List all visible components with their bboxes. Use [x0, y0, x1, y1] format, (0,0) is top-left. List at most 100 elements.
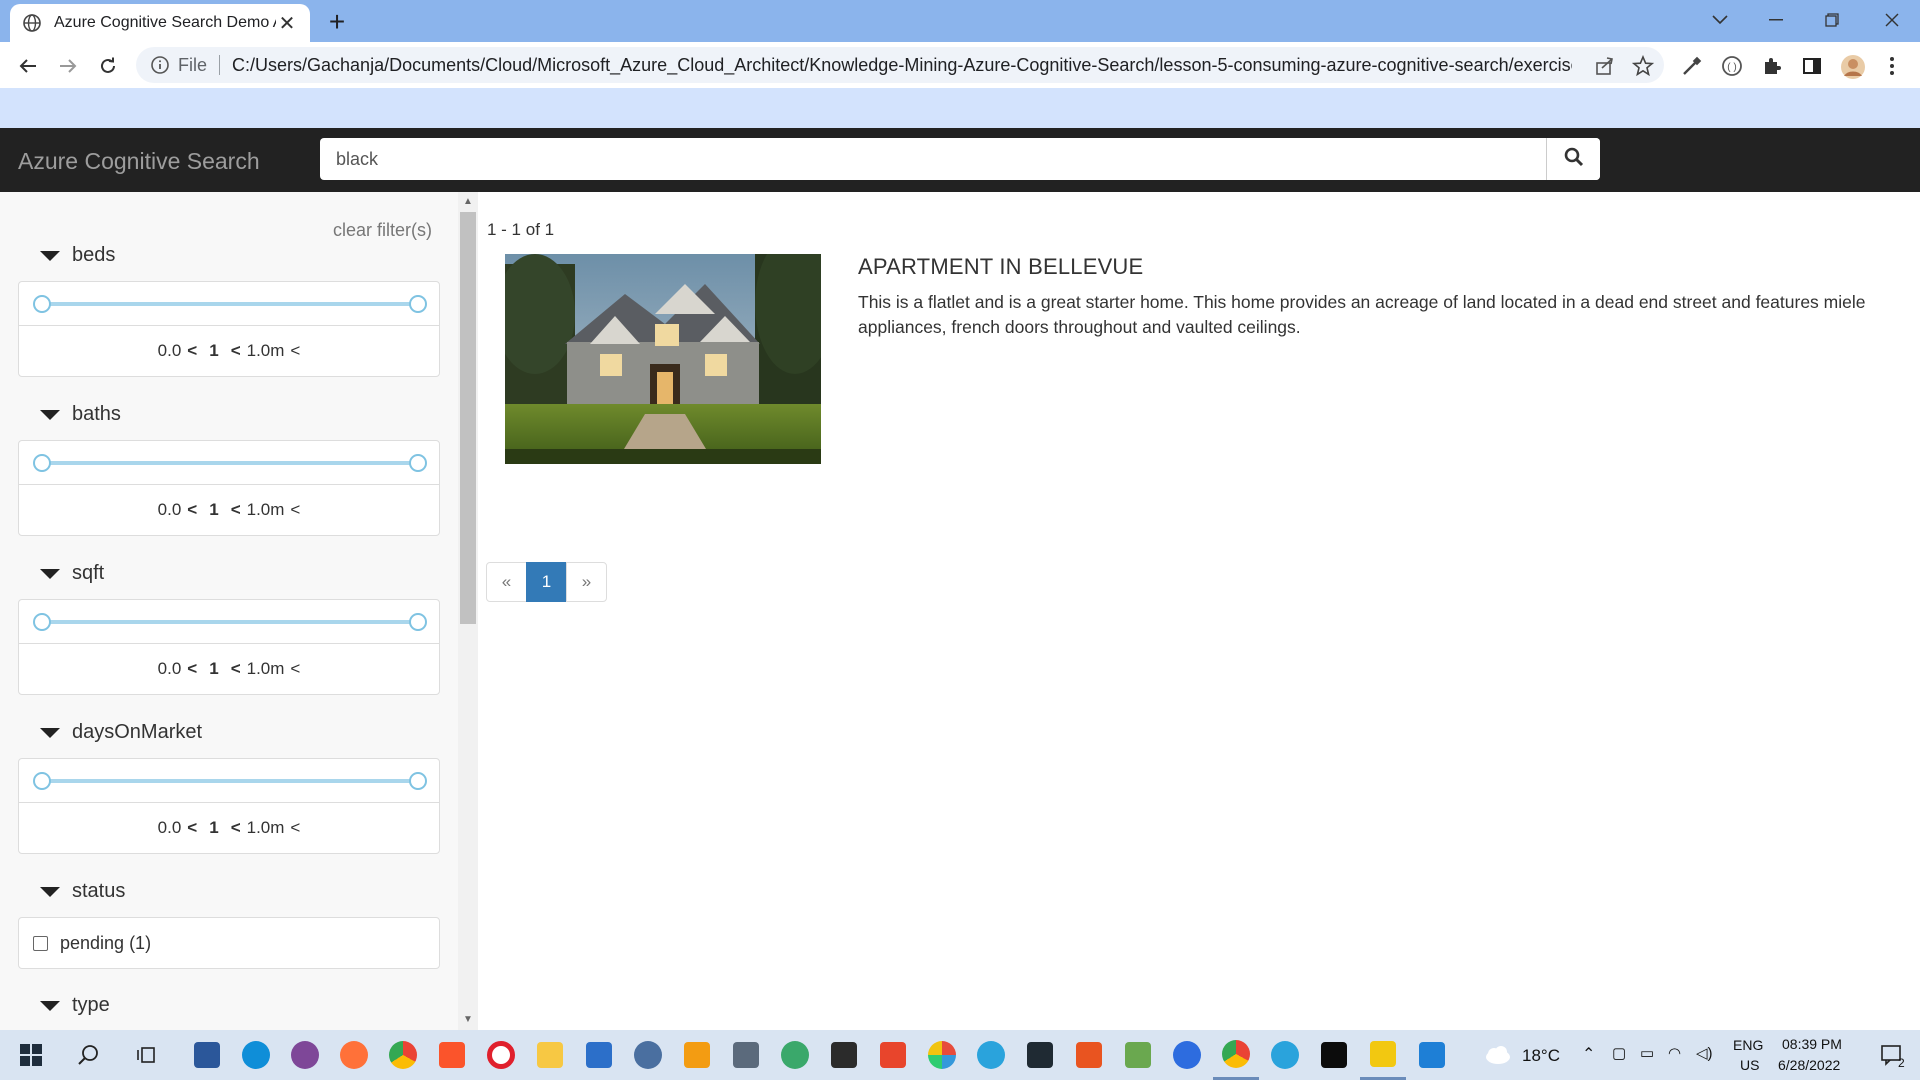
- bookmark-star-icon[interactable]: [1631, 54, 1655, 77]
- telegram-app-icon[interactable]: [968, 1030, 1014, 1080]
- search-icon: [1564, 147, 1584, 172]
- slider-max-handle[interactable]: [409, 454, 427, 472]
- clock-date[interactable]: 6/28/2022: [1778, 1057, 1840, 1073]
- chrome-app-icon[interactable]: [380, 1030, 426, 1080]
- task-view-icon[interactable]: [124, 1030, 170, 1080]
- red-app-icon[interactable]: [870, 1030, 916, 1080]
- brave-app-icon[interactable]: [429, 1030, 475, 1080]
- remote-app-icon[interactable]: [1164, 1030, 1210, 1080]
- search-input[interactable]: [320, 138, 1546, 180]
- forward-button[interactable]: [52, 50, 84, 82]
- chatgpt-app-icon[interactable]: [772, 1030, 818, 1080]
- slider-max-handle[interactable]: [409, 613, 427, 631]
- slider-min-handle[interactable]: [33, 613, 51, 631]
- status-option-pending[interactable]: pending (1): [19, 918, 439, 968]
- volume-icon[interactable]: ◁): [1696, 1044, 1713, 1062]
- ubuntu-app-icon[interactable]: [1066, 1030, 1112, 1080]
- edge-app-icon[interactable]: [233, 1030, 279, 1080]
- scroll-thumb[interactable]: [460, 212, 476, 624]
- close-tab-icon[interactable]: ✕: [276, 12, 298, 35]
- weather-temperature[interactable]: 18°C: [1522, 1046, 1560, 1066]
- facet-title: beds: [72, 244, 116, 266]
- result-image[interactable]: [505, 254, 821, 464]
- slider-max-handle[interactable]: [409, 295, 427, 313]
- range-slider[interactable]: [19, 759, 439, 803]
- status-checkbox[interactable]: [33, 935, 48, 951]
- mail-app-icon[interactable]: [576, 1030, 622, 1080]
- address-bar[interactable]: File C:/Users/Gachanja/Documents/Cloud/M…: [136, 47, 1664, 83]
- battery-icon[interactable]: ▭: [1640, 1044, 1654, 1062]
- share-icon[interactable]: [1594, 55, 1616, 77]
- range-slider[interactable]: [19, 282, 439, 326]
- close-window-button[interactable]: [1864, 0, 1920, 40]
- restore-button[interactable]: [1804, 0, 1860, 40]
- sublime-app-icon[interactable]: [674, 1030, 720, 1080]
- clock-time[interactable]: 08:39 PM: [1782, 1036, 1842, 1052]
- minimize-button[interactable]: [1748, 0, 1804, 40]
- slider-min-handle[interactable]: [33, 772, 51, 790]
- tab-search-icon[interactable]: [1692, 0, 1748, 40]
- pager-page-1[interactable]: 1: [526, 562, 567, 602]
- profile-avatar[interactable]: [1840, 54, 1865, 79]
- region-label[interactable]: US: [1740, 1057, 1759, 1073]
- facet-header-sqft[interactable]: sqft: [40, 562, 104, 585]
- terminal-app-icon[interactable]: [1017, 1030, 1063, 1080]
- eyedropper-extension-icon[interactable]: [1680, 54, 1704, 78]
- range-mid: 1: [209, 500, 219, 519]
- scroll-up-arrow-icon[interactable]: ▲: [458, 196, 478, 210]
- scroll-down-arrow-icon[interactable]: ▼: [458, 1014, 478, 1028]
- colorful-app-icon[interactable]: [919, 1030, 965, 1080]
- book-app-icon[interactable]: [821, 1030, 867, 1080]
- range-slider[interactable]: [19, 600, 439, 644]
- tray-overflow-chevron-icon[interactable]: ⌃: [1582, 1044, 1595, 1064]
- word-app-icon[interactable]: [184, 1030, 230, 1080]
- app-navbar: Azure Cognitive Search: [0, 128, 1920, 192]
- facet-header-type[interactable]: type: [40, 994, 110, 1017]
- slider-min-handle[interactable]: [33, 454, 51, 472]
- file-explorer-icon[interactable]: [527, 1030, 573, 1080]
- facet-header-beds[interactable]: beds: [40, 244, 115, 267]
- settings-app-icon[interactable]: [625, 1030, 671, 1080]
- notepad-app-icon[interactable]: [1115, 1030, 1161, 1080]
- facet-header-status[interactable]: status: [40, 880, 125, 903]
- wifi-icon[interactable]: ◠: [1668, 1044, 1681, 1062]
- firefox-app-icon[interactable]: [331, 1030, 377, 1080]
- pager-prev-button[interactable]: «: [486, 562, 527, 602]
- pager-next-button[interactable]: »: [566, 562, 607, 602]
- url-text[interactable]: C:/Users/Gachanja/Documents/Cloud/Micros…: [232, 55, 1572, 76]
- taskbar-search-icon[interactable]: [66, 1030, 112, 1080]
- info-icon[interactable]: [150, 55, 170, 75]
- calculator-app-icon[interactable]: [723, 1030, 769, 1080]
- clear-filters-link[interactable]: clear filter(s): [333, 220, 432, 241]
- result-title[interactable]: APARTMENT IN BELLEVUE: [858, 254, 1143, 280]
- notification-center-icon[interactable]: 2: [1870, 1030, 1916, 1080]
- extensions-puzzle-icon[interactable]: [1760, 54, 1784, 78]
- facet-title: daysOnMarket: [72, 721, 203, 743]
- weather-cloud-icon[interactable]: [1474, 1030, 1520, 1080]
- vscode-app-icon[interactable]: [1409, 1030, 1455, 1080]
- brand-title[interactable]: Azure Cognitive Search: [18, 148, 260, 175]
- cmd-app-icon[interactable]: [1311, 1030, 1357, 1080]
- more-menu-icon[interactable]: [1880, 54, 1904, 78]
- telegram-desktop-app-icon[interactable]: [1262, 1030, 1308, 1080]
- opera-app-icon[interactable]: [478, 1030, 524, 1080]
- meet-icon[interactable]: ▢: [1612, 1044, 1626, 1062]
- search-button[interactable]: [1546, 138, 1600, 180]
- sidebar-scrollbar[interactable]: ▲ ▼: [458, 192, 478, 1030]
- start-windows-icon[interactable]: [8, 1030, 54, 1080]
- tor-app-icon[interactable]: [282, 1030, 328, 1080]
- language-label[interactable]: ENG: [1733, 1037, 1763, 1053]
- back-button[interactable]: [12, 50, 44, 82]
- chrome-active-app-icon[interactable]: [1213, 1030, 1259, 1080]
- powerbi-app-icon[interactable]: [1360, 1030, 1406, 1080]
- facet-header-daysonmarket[interactable]: daysOnMarket: [40, 721, 202, 744]
- slider-min-handle[interactable]: [33, 295, 51, 313]
- facet-header-baths[interactable]: baths: [40, 403, 121, 426]
- circle-extension-icon[interactable]: ( ): [1720, 54, 1744, 78]
- side-panel-icon[interactable]: [1800, 54, 1824, 78]
- range-slider[interactable]: [19, 441, 439, 485]
- reload-button[interactable]: [92, 50, 124, 82]
- browser-tab[interactable]: Azure Cognitive Search Demo Ap ✕: [10, 4, 310, 42]
- new-tab-button[interactable]: +: [322, 8, 352, 38]
- slider-max-handle[interactable]: [409, 772, 427, 790]
